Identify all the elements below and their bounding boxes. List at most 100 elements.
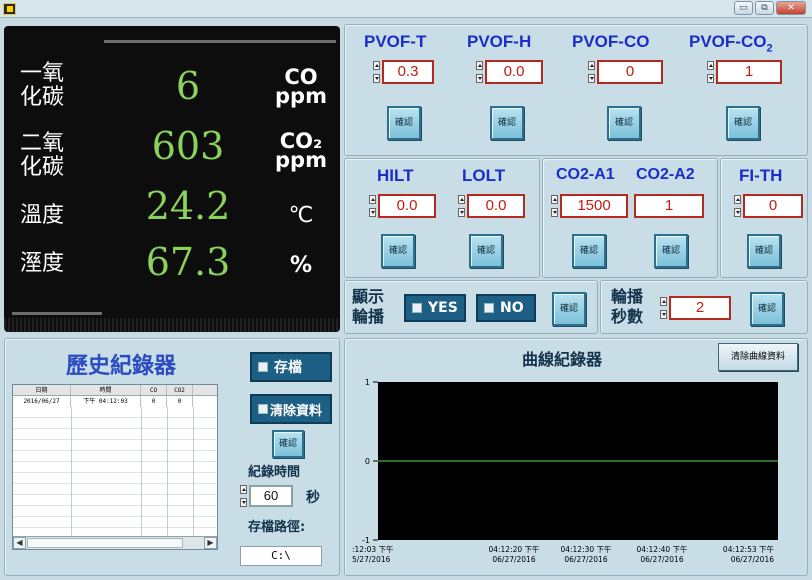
pvof-co-control[interactable]: 0 [588,60,663,84]
rotation-seconds-confirm-button[interactable]: 確認 [750,292,784,326]
temperature-unit: ℃ [288,203,314,228]
hilt-label: HILT [377,166,414,185]
save-path-field[interactable]: C:\ [240,546,322,566]
hilt-confirm-button[interactable]: 確認 [381,234,415,268]
x-axis-tick-date: 06/27/2016 [640,555,683,564]
co2-a2-confirm-button[interactable]: 確認 [654,234,688,268]
lolt-confirm-button[interactable]: 確認 [469,234,503,268]
pvof-t-control[interactable]: 0.3 [373,60,434,84]
x-axis-tick-time: 04:12:20 下午 [488,544,540,554]
spinner-arrows-icon[interactable] [240,485,247,507]
x-axis-tick-time: 04:12:30 下午 [560,544,612,554]
pvof-h-input[interactable]: 0.0 [485,60,543,84]
co-label-line2: 化碳 [20,85,65,110]
history-table[interactable]: 日期 時間 CO CO2 2016/06/27 下午 04:12:03 0 0 … [12,384,218,550]
rotation-seconds-control[interactable]: 2 [660,296,731,320]
pvof-co2-input[interactable]: 1 [716,60,782,84]
yes-button[interactable]: YES [404,294,466,322]
minimize-button[interactable]: ▭ [734,1,753,15]
table-header: 日期 時間 CO CO2 [13,385,217,396]
co2-label-line1: 二氧 [20,131,65,156]
divider [12,312,102,315]
lolt-control[interactable]: 0.0 [458,194,525,218]
pvof-co2-control[interactable]: 1 [707,60,782,84]
record-time-input[interactable]: 60 [249,485,293,507]
co2-a2-control[interactable]: 1 [634,194,704,218]
co2-unit: CO₂ ppm [266,131,336,172]
record-time-control[interactable]: 60 [240,485,293,507]
spinner-arrows-icon[interactable] [588,61,595,83]
pvof-t-confirm-button[interactable]: 確認 [387,106,421,140]
pvof-co-confirm-button[interactable]: 確認 [607,106,641,140]
decor-strip [4,318,340,332]
close-button[interactable]: ✕ [776,1,806,15]
pvof-h-control[interactable]: 0.0 [476,60,543,84]
co2-a1-label: CO2-A1 [556,166,615,183]
pvof-co2-confirm-button[interactable]: 確認 [726,106,760,140]
pvof-co2-label-sub: 2 [766,42,773,55]
spinner-arrows-icon[interactable] [476,61,483,83]
pvof-co-label: PVOF-CO [572,32,650,51]
co2-value: 603 [151,124,225,168]
scroll-left-icon[interactable]: ◀ [13,537,26,549]
clear-data-button[interactable]: 清除資料 [250,394,332,424]
spinner-arrows-icon[interactable] [458,195,465,217]
restore-button[interactable]: ⧉ [755,1,774,15]
spinner-arrows-icon[interactable] [660,297,667,319]
co2-a2-input[interactable]: 1 [634,194,704,218]
no-button[interactable]: NO [476,294,536,322]
spinner-arrows-icon[interactable] [373,61,380,83]
spinner-arrows-icon[interactable] [369,195,376,217]
rotation-seconds-label-line1: 輪播 [611,287,644,306]
spinner-arrows-icon[interactable] [551,195,558,217]
x-axis-tick-date: 06/27/2016 [731,555,774,564]
co2-a1-control[interactable]: 1500 [551,194,628,218]
spinner-arrows-icon[interactable] [734,195,741,217]
fi-th-control[interactable]: 0 [734,194,803,218]
labview-icon [3,3,16,15]
rotation-confirm-button[interactable]: 確認 [552,292,586,326]
clear-data-button-label: 清除資料 [270,403,323,419]
co2-a2-label: CO2-A2 [636,166,695,183]
fi-th-confirm-button[interactable]: 確認 [747,234,781,268]
column-header [193,385,217,395]
pvof-h-confirm-button[interactable]: 確認 [490,106,524,140]
table-grid [13,407,217,537]
column-header: CO [141,385,167,395]
history-confirm-button[interactable]: 確認 [272,430,304,458]
history-title: 歷史紀錄器 [66,354,177,379]
x-axis-tick-time: 04:12:53 下午 [723,544,775,554]
rotation-seconds-input[interactable]: 2 [669,296,731,320]
scroll-right-icon[interactable]: ▶ [204,537,217,549]
title-bar: ▭ ⧉ ✕ [0,0,812,18]
table-row[interactable]: 2016/06/27 下午 04:12:03 0 0 [13,396,217,407]
hilt-control[interactable]: 0.0 [369,194,436,218]
y-axis-tick-label: 0 [365,457,370,466]
scroll-thumb[interactable] [27,538,183,548]
save-path-label: 存檔路徑: [248,520,306,535]
co2-unit-line2: ppm [275,148,327,172]
clear-chart-button[interactable]: 清除曲線資料 [718,343,798,371]
pvof-co-input[interactable]: 0 [597,60,663,84]
temperature-label: 溫度 [20,203,65,228]
column-header: CO2 [167,385,193,395]
pvof-t-input[interactable]: 0.3 [382,60,434,84]
horizontal-scrollbar[interactable]: ◀ ▶ [13,536,217,549]
spinner-arrows-icon[interactable] [707,61,714,83]
table-cell: 0 [167,396,193,407]
x-axis-tick-time: 04:12:40 下午 [636,544,688,554]
co2-a1-input[interactable]: 1500 [560,194,628,218]
hilt-input[interactable]: 0.0 [378,194,436,218]
co-label-line1: 一氧 [20,61,65,86]
co2-a1-confirm-button[interactable]: 確認 [572,234,606,268]
save-button[interactable]: 存檔 [250,352,332,382]
led-indicator-icon [258,404,268,414]
rotation-display-label-line2: 輪播 [352,307,385,326]
fi-th-label: FI-TH [739,166,783,185]
temperature-limits-panel [344,158,540,278]
pvof-co2-label: PVOF-CO2 [689,32,773,54]
table-cell [193,396,217,407]
table-cell: 2016/06/27 [13,396,71,407]
fi-th-input[interactable]: 0 [743,194,803,218]
lolt-input[interactable]: 0.0 [467,194,525,218]
